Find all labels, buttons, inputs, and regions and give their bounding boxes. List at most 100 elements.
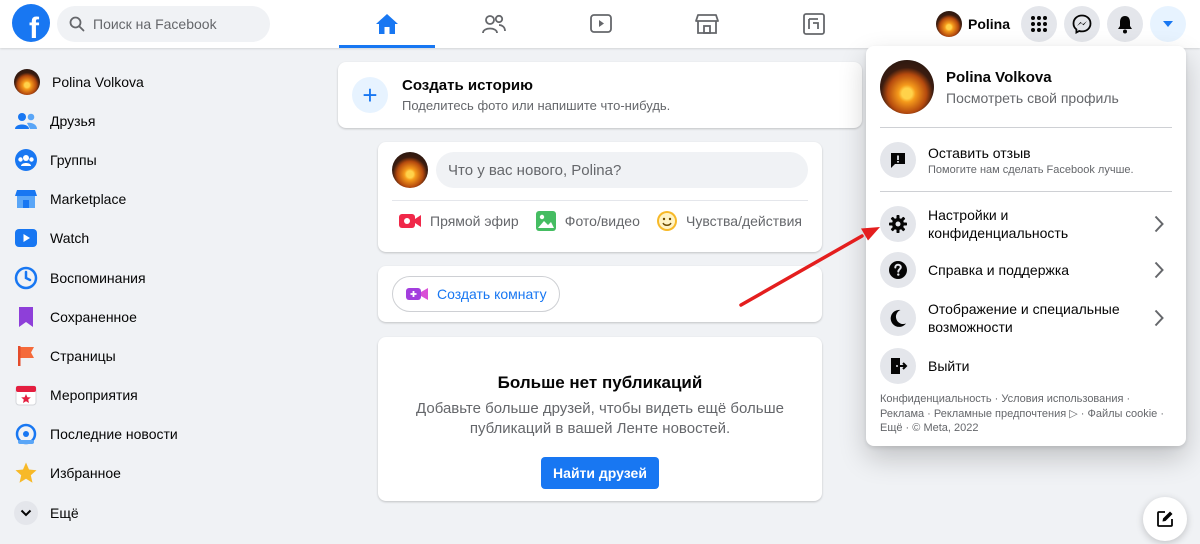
chevron-down-icon [14,500,38,525]
sidebar-item-label: Последние новости [50,426,178,443]
marketplace-tab-icon [695,14,719,34]
empty-feed-card: Больше нет публикаций Добавьте больше др… [378,337,822,501]
tab-watch[interactable] [553,0,649,48]
watch-icon [14,226,38,250]
sidebar-item-watch[interactable]: Watch [8,219,308,258]
tab-friends[interactable] [446,0,542,48]
avatar [880,60,934,114]
menu-item-help[interactable]: Справка и поддержка [880,252,1172,288]
search-input[interactable] [93,16,263,32]
top-navigation-bar: f Polina [0,0,1200,48]
bell-icon [1118,16,1132,34]
empty-feed-title: Больше нет публикаций [497,373,703,392]
menu-item-logout[interactable]: Выйти [880,348,1172,384]
messenger-button[interactable] [1064,6,1100,42]
sidebar-item-more[interactable]: Ещё [8,493,308,532]
chevron-right-icon [1154,261,1164,279]
sidebar-item-events[interactable]: Мероприятия [8,376,308,415]
menu-footer-links: Конфиденциальность · Условия использован… [880,392,1176,436]
tab-gaming[interactable] [766,0,862,48]
account-button[interactable] [1150,6,1186,42]
profile-shortcut[interactable]: Polina [932,8,1020,40]
avatar [936,11,962,37]
sidebar-item-groups[interactable]: Группы [8,140,308,179]
sidebar-item-friends[interactable]: Друзья [8,101,308,140]
footer-line[interactable]: Конфиденциальность · Условия использован… [880,393,1130,405]
groups-icon [14,148,38,172]
live-video-icon [399,213,421,228]
menu-item-display[interactable]: Отображение и специальные возможности [880,298,1172,338]
plus-icon: + [352,77,388,113]
create-room-card: Создать комнату [378,266,822,322]
notifications-button[interactable] [1107,6,1143,42]
facebook-logo[interactable]: f [12,4,50,42]
recent-news-icon [14,422,38,446]
menu-profile-sub: Посмотреть свой профиль [946,89,1119,106]
friends-icon [14,109,38,133]
story-subtitle: Поделитесь фото или напишите что-нибудь. [402,98,671,113]
tab-marketplace[interactable] [659,0,755,48]
smile-icon [656,210,677,231]
menu-button[interactable] [1021,6,1057,42]
video-camera-icon [406,288,428,300]
feedback-icon [880,142,916,178]
menu-item-settings[interactable]: Настройки и конфиденциальность [880,204,1172,244]
gear-icon [880,206,916,242]
story-title: Создать историю [402,77,533,94]
marketplace-icon [14,187,38,211]
help-icon [880,252,916,288]
menu-profile-link[interactable]: Polina Volkova Посмотреть свой профиль [880,60,1172,114]
menu-item-feedback[interactable]: Оставить отзыв Помогите нам сделать Face… [880,140,1172,180]
find-friends-button[interactable]: Найти друзей [541,457,659,489]
caret-down-icon [1163,21,1173,27]
avatar [14,68,40,95]
live-video-button[interactable]: Прямой эфир [398,211,519,231]
sidebar-item-label: Воспоминания [50,269,146,286]
sidebar-item-label: Сохраненное [50,308,137,325]
sidebar-item-label: Polina Volkova [52,73,144,90]
messenger-icon [1072,14,1092,34]
sidebar-item-saved[interactable]: Сохраненное [8,297,308,336]
menu-divider [880,127,1172,128]
post-composer: Что у вас нового, Polina? Прямой эфир Фо… [378,142,822,252]
tab-home[interactable] [339,0,435,48]
footer-line[interactable]: Ещё · © Meta, 2022 [880,422,978,434]
search-icon [69,16,85,32]
create-story-card[interactable]: + Создать историю Поделитесь фото или на… [338,62,862,128]
chevron-right-icon [1154,309,1164,327]
favorites-icon [14,461,38,485]
sidebar-item-label: Ещё [50,504,79,521]
avatar [392,152,428,188]
logout-icon [880,348,916,384]
sidebar-item-label: Друзья [50,112,96,129]
profile-name: Polina [968,16,1011,32]
sidebar-item-marketplace[interactable]: Marketplace [8,180,308,219]
sidebar-item-pages[interactable]: Страницы [8,336,308,375]
home-icon [376,14,398,34]
footer-line[interactable]: Реклама · Рекламные предпочтения ▷ · Фай… [880,408,1164,420]
menu-item-label: Отображение и специальные возможности [928,301,1120,335]
compose-icon [1157,511,1173,527]
sidebar-item-profile[interactable]: Polina Volkova [8,62,308,101]
menu-profile-name: Polina Volkova [946,68,1052,86]
friends-tab-icon [482,14,506,34]
account-menu: Polina Volkova Посмотреть свой профиль О… [866,46,1186,446]
sidebar-item-memories[interactable]: Воспоминания [8,258,308,297]
feeling-activity-button[interactable]: Чувства/действия [656,210,802,232]
empty-feed-text: Добавьте больше друзей, чтобы видеть ещё… [416,400,784,437]
sidebar-item-label: Группы [50,151,97,168]
gaming-tab-icon [803,13,825,35]
sidebar-item-recent-news[interactable]: Последние новости [8,415,308,454]
menu-item-label: Настройки и конфиденциальность [928,207,1069,241]
grid-menu-icon [1031,16,1047,32]
create-room-button[interactable]: Создать комнату [392,276,560,312]
photo-icon [535,210,556,231]
saved-icon [14,305,38,329]
chevron-right-icon [1154,215,1164,233]
sidebar-item-favorites[interactable]: Избранное [8,454,308,493]
search-box[interactable] [57,6,270,42]
photo-video-button[interactable]: Фото/видео [535,210,640,232]
new-message-button[interactable] [1143,497,1187,541]
pages-icon [14,344,38,368]
composer-input[interactable]: Что у вас нового, Polina? [436,152,808,188]
